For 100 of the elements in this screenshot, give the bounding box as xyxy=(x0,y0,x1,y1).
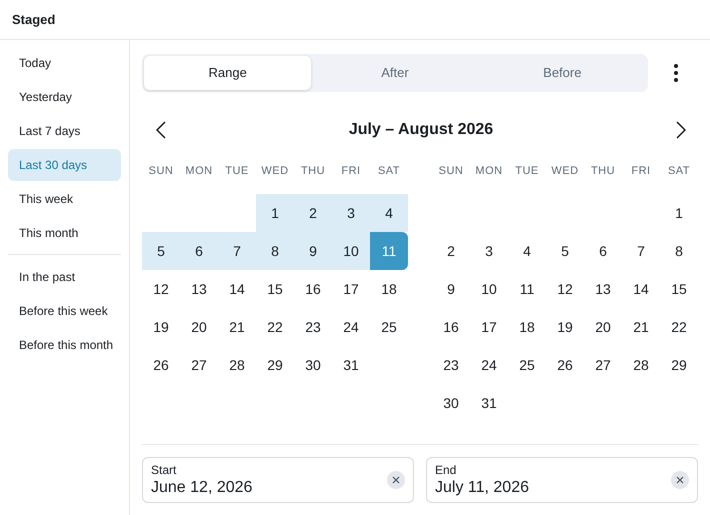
calendar-day[interactable]: 8 xyxy=(256,232,294,270)
calendar-day[interactable]: 29 xyxy=(256,346,294,384)
calendar-day[interactable]: 1 xyxy=(660,194,698,232)
calendar-day[interactable]: 16 xyxy=(294,270,332,308)
calendar-day[interactable]: 27 xyxy=(180,346,218,384)
calendar-day[interactable]: 4 xyxy=(370,194,408,232)
calendar-day[interactable]: 10 xyxy=(470,270,508,308)
weekday-label: SAT xyxy=(376,164,402,179)
sidebar-item[interactable]: Today xyxy=(8,47,121,79)
field-label: End xyxy=(435,463,458,478)
calendar-day[interactable]: 25 xyxy=(508,346,546,384)
sidebar-item[interactable]: This week xyxy=(8,183,121,215)
chevron-left-icon xyxy=(156,120,166,139)
close-icon xyxy=(392,476,400,484)
calendar-day[interactable]: 19 xyxy=(142,308,180,346)
weekday-label: WED xyxy=(550,164,580,179)
field-label: Start xyxy=(151,463,178,478)
calendar-day[interactable]: 20 xyxy=(180,308,218,346)
clear-button[interactable] xyxy=(387,471,405,489)
weekday-label: FRI xyxy=(340,164,362,179)
calendar-day[interactable]: 30 xyxy=(432,384,470,422)
calendar-day[interactable]: 18 xyxy=(370,270,408,308)
calendar-day[interactable]: 17 xyxy=(332,270,370,308)
date-field[interactable]: End July 11, 2026 xyxy=(426,457,698,503)
calendar-day[interactable]: 10 xyxy=(332,232,370,270)
weekday-label: TUE xyxy=(224,164,250,179)
calendar-day[interactable]: 17 xyxy=(470,308,508,346)
more-icon xyxy=(674,64,678,82)
date-value: July 11, 2026 xyxy=(435,478,530,497)
weekday-label: FRI xyxy=(630,164,652,179)
sidebar-item[interactable]: Before this week xyxy=(8,295,121,327)
calendar-day[interactable]: 31 xyxy=(332,346,370,384)
calendar-day[interactable]: 21 xyxy=(622,308,660,346)
calendar-day[interactable]: 23 xyxy=(294,308,332,346)
calendar-day[interactable]: 31 xyxy=(470,384,508,422)
calendar-day[interactable]: 11 xyxy=(508,270,546,308)
weekday-label: MON xyxy=(184,164,214,179)
calendar-day[interactable]: 26 xyxy=(546,346,584,384)
date-field[interactable]: Start June 12, 2026 xyxy=(142,457,414,503)
calendar-day[interactable]: 24 xyxy=(470,346,508,384)
calendar-day[interactable]: 13 xyxy=(584,270,622,308)
calendar-day[interactable]: 8 xyxy=(660,232,698,270)
calendar-day[interactable]: 30 xyxy=(294,346,332,384)
calendar-day[interactable]: 15 xyxy=(256,270,294,308)
calendar-day[interactable]: 15 xyxy=(660,270,698,308)
calendar-day[interactable]: 9 xyxy=(294,232,332,270)
calendar-day[interactable]: 28 xyxy=(218,346,256,384)
calendar-day[interactable]: 7 xyxy=(218,232,256,270)
sidebar-item[interactable]: This month xyxy=(8,217,121,249)
calendar-day[interactable]: 22 xyxy=(256,308,294,346)
calendar-day[interactable]: 7 xyxy=(622,232,660,270)
weekday-label: WED xyxy=(260,164,290,179)
calendar-day[interactable]: 3 xyxy=(470,232,508,270)
calendar-day[interactable]: 28 xyxy=(622,346,660,384)
calendar-day[interactable]: 9 xyxy=(432,270,470,308)
weekday-label: SAT xyxy=(666,164,692,179)
calendar-day[interactable]: 12 xyxy=(142,270,180,308)
sidebar-item[interactable]: In the past xyxy=(8,261,121,293)
calendar-day[interactable]: 6 xyxy=(180,232,218,270)
calendar-day[interactable]: 27 xyxy=(584,346,622,384)
calendar-day[interactable]: 6 xyxy=(584,232,622,270)
calendar-day[interactable]: 5 xyxy=(142,232,180,270)
calendar-day[interactable]: 20 xyxy=(584,308,622,346)
calendar-day[interactable]: 29 xyxy=(660,346,698,384)
calendar-day[interactable]: 1 xyxy=(256,194,294,232)
sidebar-item[interactable]: Yesterday xyxy=(8,81,121,113)
weekday-label: SUN xyxy=(148,164,174,179)
month-range-title: July – August 2026 xyxy=(348,120,494,140)
calendar-day[interactable]: 2 xyxy=(432,232,470,270)
weekday-label: THU xyxy=(300,164,326,179)
tab[interactable]: Range xyxy=(144,56,312,90)
calendar-day[interactable]: 14 xyxy=(218,270,256,308)
sidebar-item[interactable]: Before this month xyxy=(8,329,121,361)
calendar-day[interactable]: 3 xyxy=(332,194,370,232)
calendar-day[interactable]: 26 xyxy=(142,346,180,384)
weekday-label: SUN xyxy=(438,164,464,179)
calendar-day[interactable]: 5 xyxy=(546,232,584,270)
weekday-label: MON xyxy=(474,164,504,179)
calendar-day[interactable]: 12 xyxy=(546,270,584,308)
app-title: Staged xyxy=(12,10,56,29)
tab[interactable]: After xyxy=(311,56,479,90)
calendar-day[interactable]: 2 xyxy=(294,194,332,232)
calendar-day[interactable]: 22 xyxy=(660,308,698,346)
close-icon xyxy=(676,476,684,484)
calendar-day[interactable]: 16 xyxy=(432,308,470,346)
chevron-right-icon xyxy=(676,120,686,139)
calendar-day[interactable]: 25 xyxy=(370,308,408,346)
calendar-day[interactable]: 21 xyxy=(218,308,256,346)
weekday-label: THU xyxy=(590,164,616,179)
calendar-day[interactable]: 19 xyxy=(546,308,584,346)
clear-button[interactable] xyxy=(671,471,689,489)
calendar-day[interactable]: 18 xyxy=(508,308,546,346)
tab[interactable]: Before xyxy=(478,56,646,90)
calendar-day[interactable]: 13 xyxy=(180,270,218,308)
calendar-day[interactable]: 14 xyxy=(622,270,660,308)
calendar-day[interactable]: 23 xyxy=(432,346,470,384)
calendar-day[interactable]: 24 xyxy=(332,308,370,346)
sidebar-item[interactable]: Last 7 days xyxy=(8,115,121,147)
calendar-day[interactable]: 4 xyxy=(508,232,546,270)
sidebar-item[interactable]: Last 30 days xyxy=(8,149,121,181)
